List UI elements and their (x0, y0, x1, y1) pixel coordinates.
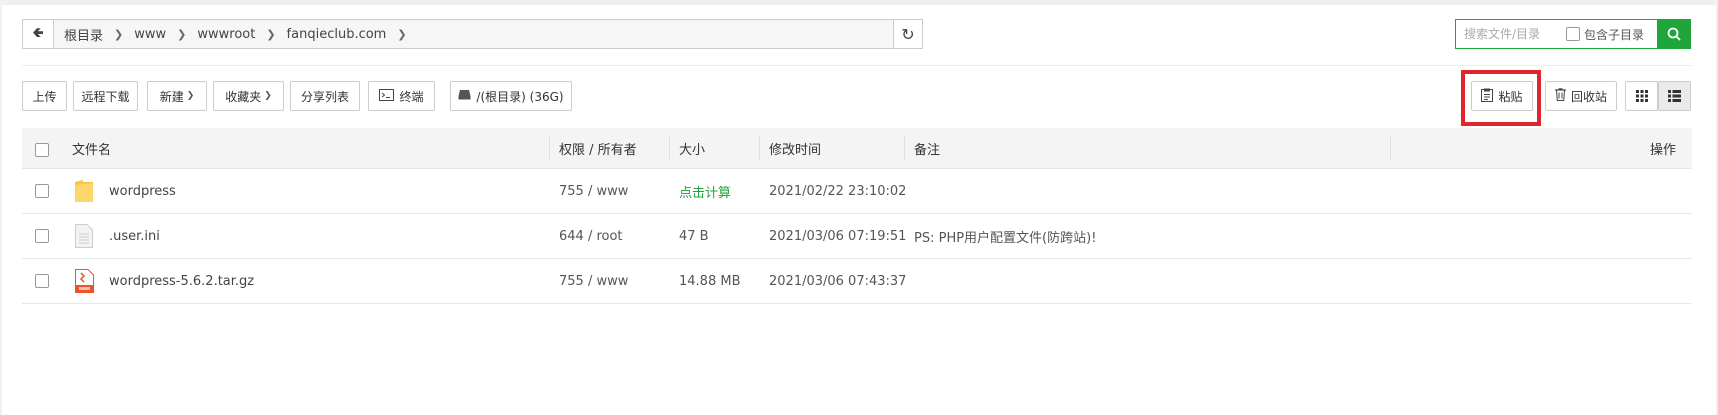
calc-size-link[interactable]: 点击计算 (679, 169, 731, 213)
refresh-icon: ↻ (901, 24, 915, 44)
folder-icon (74, 169, 94, 213)
upload-label: 上传 (32, 89, 57, 104)
row-checkbox[interactable] (35, 184, 49, 198)
header-ops: 操作 (1649, 142, 1676, 158)
disk-label: /(根目录) (36G) (476, 89, 564, 104)
include-subdir-label: 包含子目录 (1584, 27, 1645, 42)
list-icon (1668, 90, 1681, 102)
column-divider (549, 136, 550, 160)
remote-download-label: 远程下载 (81, 89, 130, 104)
select-all-checkbox[interactable] (35, 143, 49, 157)
recycle-bin-button[interactable]: 回收站 (1545, 81, 1617, 111)
divider (22, 65, 1692, 66)
file-mtime: 2021/02/22 23:10:02 (769, 183, 907, 199)
grid-icon (1635, 90, 1648, 102)
grid-view-button[interactable] (1625, 81, 1658, 111)
share-list-label: 分享列表 (300, 89, 349, 104)
crumb-www[interactable]: www (134, 27, 166, 42)
header-perm[interactable]: 权限 / 所有者 (559, 128, 637, 168)
chevron-down-icon: ❯ (186, 91, 195, 101)
list-view-button[interactable] (1658, 81, 1691, 111)
new-button[interactable]: 新建 ❯ (147, 81, 207, 111)
file-name[interactable]: .user.ini (109, 214, 160, 258)
favorites-button[interactable]: 收藏夹 ❯ (213, 81, 284, 111)
file-perm[interactable]: 644 / root (559, 214, 623, 258)
arrow-left-icon: 🢀 (32, 25, 44, 41)
row-checkbox[interactable] (35, 229, 49, 243)
recycle-bin-label: 回收站 (1570, 89, 1607, 104)
column-divider (669, 136, 670, 160)
search-input[interactable] (1456, 21, 1566, 47)
search-box: 包含子目录 (1455, 19, 1691, 49)
header-remark: 备注 (914, 142, 941, 158)
share-list-button[interactable]: 分享列表 (290, 81, 360, 111)
column-divider (1390, 136, 1391, 160)
file-size: 47 B (679, 228, 709, 244)
row-checkbox[interactable] (35, 274, 49, 288)
disk-button[interactable]: /(根目录) (36G) (450, 81, 572, 111)
search-button[interactable] (1657, 19, 1691, 49)
chevron-right-icon: ❯ (266, 27, 276, 41)
file-perm[interactable]: 755 / www (559, 259, 628, 303)
column-divider (904, 136, 905, 160)
chevron-right-icon: ❯ (177, 27, 187, 41)
chevron-down-icon: ❯ (264, 91, 272, 101)
terminal-label: 终端 (399, 89, 424, 104)
file-mtime: 2021/03/06 07:43:37 (769, 273, 907, 289)
crumb-root[interactable]: 根目录 (64, 25, 103, 44)
include-subdir-checkbox[interactable]: 包含子目录 (1566, 26, 1644, 43)
table-row[interactable]: wordpress 755 / www 点击计算 2021/02/22 23:1… (22, 169, 1692, 214)
paste-highlight-box (1461, 70, 1541, 126)
table-row[interactable]: .user.ini 644 / root 47 B 2021/03/06 07:… (22, 214, 1692, 259)
breadcrumb: 根目录 ❯ www ❯ wwwroot ❯ fanqieclub.com ❯ (54, 20, 893, 48)
new-label: 新建 (159, 89, 184, 104)
file-name[interactable]: wordpress-5.6.2.tar.gz (109, 259, 254, 303)
remote-download-button[interactable]: 远程下载 (73, 81, 138, 111)
checkbox[interactable] (1566, 27, 1580, 41)
file-icon (75, 214, 93, 258)
file-mtime: 2021/03/06 07:19:51 (769, 228, 907, 244)
refresh-button[interactable]: ↻ (893, 20, 922, 48)
header-size[interactable]: 大小 (679, 128, 705, 168)
terminal-button[interactable]: 终端 (368, 81, 435, 111)
back-button[interactable]: 🢀 (23, 20, 54, 48)
hard-drive-icon (458, 89, 471, 103)
file-remark[interactable]: PS: PHP用户配置文件(防跨站)! (914, 214, 1096, 258)
favorites-label: 收藏夹 (225, 89, 262, 104)
path-bar: 🢀 根目录 ❯ www ❯ wwwroot ❯ fanqieclub.com ❯… (22, 19, 923, 49)
header-mtime[interactable]: 修改时间 (769, 128, 821, 168)
column-divider (759, 136, 760, 160)
table-row[interactable]: wordpress-5.6.2.tar.gz 755 / www 14.88 M… (22, 259, 1692, 304)
crumb-wwwroot[interactable]: wwwroot (197, 27, 255, 42)
search-icon (1667, 27, 1681, 41)
upload-button[interactable]: 上传 (22, 81, 67, 111)
archive-icon (75, 259, 94, 303)
terminal-icon (379, 88, 395, 104)
table-header: 文件名 权限 / 所有者 大小 修改时间 备注 操作 (22, 128, 1692, 169)
trash-icon (1554, 88, 1566, 104)
crumb-site[interactable]: fanqieclub.com (287, 27, 387, 42)
header-name[interactable]: 文件名 (72, 128, 111, 168)
file-perm[interactable]: 755 / www (559, 169, 628, 213)
chevron-right-icon: ❯ (114, 27, 124, 41)
file-size: 14.88 MB (679, 273, 741, 289)
file-name[interactable]: wordpress (109, 169, 176, 213)
chevron-right-icon: ❯ (397, 27, 407, 41)
